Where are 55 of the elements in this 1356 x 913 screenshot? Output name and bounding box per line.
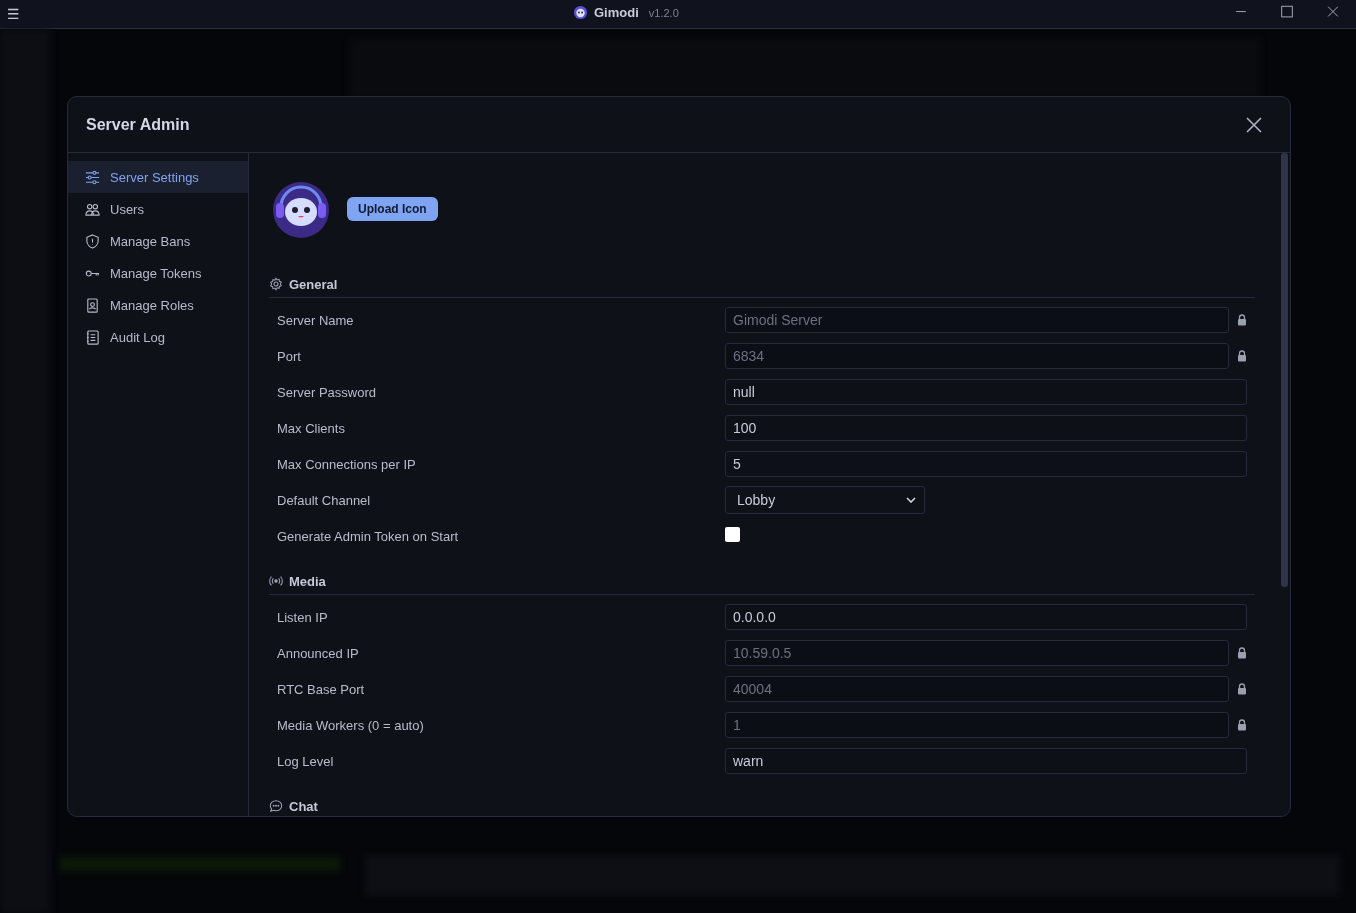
sidebar-item[interactable]: Manage Bans — [68, 225, 248, 257]
text-field[interactable]: 5 — [725, 451, 1247, 477]
server-mascot-icon — [271, 179, 331, 239]
field-label: Generate Admin Token on Start — [277, 528, 460, 544]
chat-bubble-icon — [269, 799, 283, 813]
sidebar-item[interactable]: Manage Tokens — [68, 257, 248, 289]
menu-button[interactable]: ☰ — [0, 6, 27, 22]
document-icon — [85, 329, 100, 345]
id-badge-icon — [85, 297, 100, 313]
section-header: Media — [269, 568, 1255, 595]
app-name: Gimodi — [594, 5, 639, 20]
sidebar-item[interactable]: Server Settings — [68, 161, 248, 193]
text-field[interactable]: 10.59.0.5 — [725, 640, 1229, 666]
field-label: Server Password — [277, 384, 377, 400]
sidebar-item[interactable]: Users — [68, 193, 248, 225]
section-header: Chat — [269, 793, 1255, 816]
dialog-title: Server Admin — [86, 115, 190, 134]
checkbox[interactable] — [725, 526, 740, 542]
field-label: Max Clients — [277, 420, 346, 436]
text-field[interactable]: Gimodi Server — [725, 307, 1229, 333]
text-field[interactable]: 40004 — [725, 676, 1229, 702]
users-icon — [85, 201, 100, 217]
chevron-down-icon — [906, 497, 916, 503]
lock-icon — [1237, 719, 1247, 731]
field-label: Port — [277, 348, 302, 364]
text-field[interactable]: 1 — [725, 712, 1229, 738]
field-label: RTC Base Port — [277, 681, 366, 697]
field-label: Server Name — [277, 312, 355, 328]
text-field[interactable]: 0.0.0.0 — [725, 604, 1247, 630]
field-label: Max Connections per IP — [277, 456, 417, 472]
lock-icon — [1237, 350, 1247, 362]
field-label: Log Level — [277, 753, 335, 769]
text-field[interactable]: null — [725, 379, 1247, 405]
upload-icon-button[interactable]: Upload Icon — [347, 197, 438, 221]
sidebar-item[interactable]: Audit Log — [68, 321, 248, 353]
section-header: General — [269, 271, 1255, 298]
sidebar-item[interactable]: Manage Roles — [68, 289, 248, 321]
lock-icon — [1237, 647, 1247, 659]
app-version: v1.2.0 — [648, 6, 679, 19]
field-label: Default Channel — [277, 492, 372, 508]
channel-dropdown[interactable]: Lobby — [725, 486, 925, 514]
close-icon[interactable] — [1244, 114, 1264, 135]
field-label: Media Workers (0 = auto) — [277, 717, 425, 733]
field-label: Announced IP — [277, 645, 360, 661]
sliders-icon — [85, 169, 100, 185]
lock-icon — [1237, 314, 1247, 326]
text-field[interactable]: warn — [725, 748, 1247, 774]
broadcast-icon — [269, 574, 283, 588]
text-field[interactable]: 6834 — [725, 343, 1229, 369]
logo-icon — [573, 5, 588, 20]
shield-icon — [85, 233, 100, 249]
text-field[interactable]: 100 — [725, 415, 1247, 441]
field-label: Listen IP — [277, 609, 329, 625]
settings-icon — [269, 277, 283, 291]
lock-icon — [1237, 683, 1247, 695]
